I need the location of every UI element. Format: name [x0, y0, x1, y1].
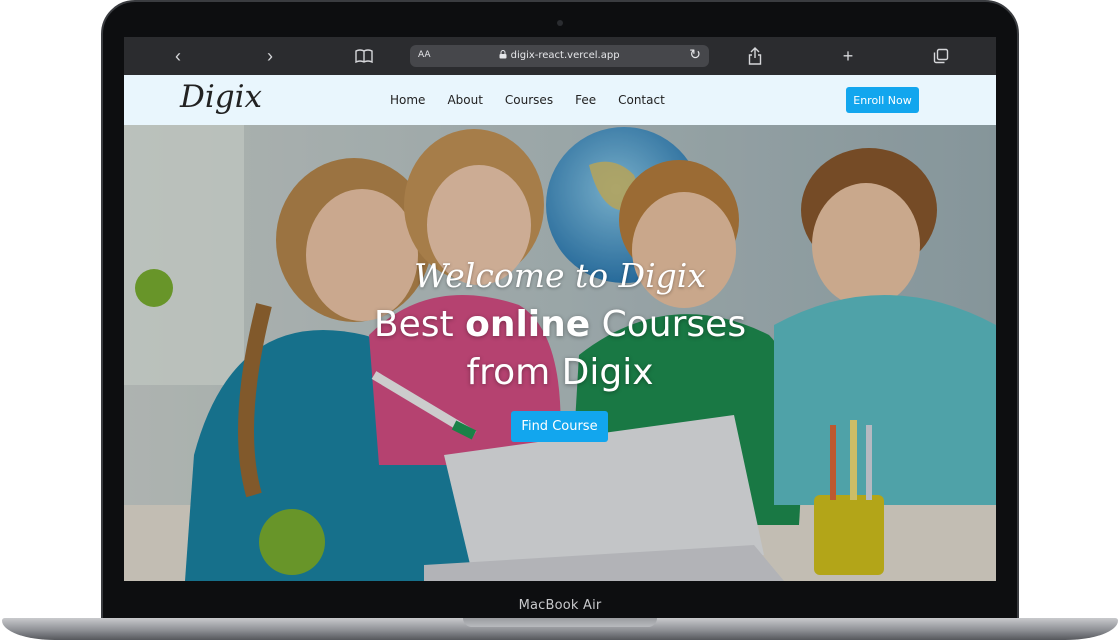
hero-headline: Best online Courses from Digix [124, 301, 996, 397]
nav-home[interactable]: Home [390, 93, 425, 107]
url-value: digix-react.vercel.app [510, 50, 620, 61]
tabs-overview-icon[interactable] [925, 37, 957, 75]
reload-icon[interactable]: ↻ [689, 47, 701, 63]
enroll-now-button[interactable]: Enroll Now [846, 87, 919, 113]
browser-window: ‹ › AA digix-react.vercel.app ↻ + Digix … [124, 37, 996, 581]
address-bar[interactable]: AA digix-react.vercel.app ↻ [410, 45, 709, 67]
back-icon[interactable]: ‹ [162, 37, 194, 75]
hero-welcome-text: Welcome to Digix [414, 256, 706, 295]
site-logo[interactable]: Digix [180, 79, 262, 115]
headline-pre: Best [373, 304, 466, 345]
forward-icon[interactable]: › [254, 37, 286, 75]
browser-toolbar: ‹ › AA digix-react.vercel.app ↻ + [124, 37, 996, 75]
reader-icon[interactable] [348, 37, 380, 75]
hero-banner: Welcome to Digix Best online Courses fro… [124, 125, 996, 581]
headline-post: Courses [590, 304, 747, 345]
nav-about[interactable]: About [447, 93, 482, 107]
url-text: digix-react.vercel.app [410, 50, 709, 61]
model-label: MacBook Air [518, 598, 602, 613]
camera-icon [557, 20, 563, 26]
lock-icon [499, 50, 507, 59]
nav-fee[interactable]: Fee [575, 93, 596, 107]
nav-courses[interactable]: Courses [505, 93, 553, 107]
new-tab-icon[interactable]: + [832, 37, 864, 75]
share-icon[interactable] [739, 37, 771, 75]
hero-headline-line1: Best online Courses [124, 301, 996, 349]
site-header: Digix Home About Courses Fee Contact Enr… [124, 75, 996, 125]
find-course-button[interactable]: Find Course [511, 411, 608, 442]
hero-headline-line2: from Digix [466, 352, 654, 393]
headline-bold: online [465, 304, 591, 345]
laptop-notch [463, 618, 657, 627]
nav-contact[interactable]: Contact [618, 93, 665, 107]
main-nav: Home About Courses Fee Contact [390, 93, 687, 107]
